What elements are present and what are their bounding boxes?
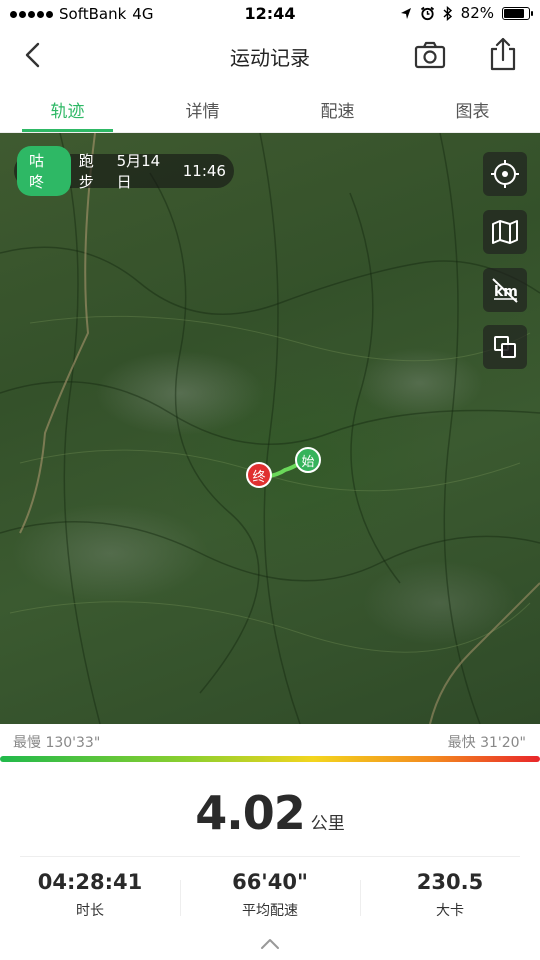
pace-legend: 最慢 130'33" 最快 31'20" xyxy=(0,724,540,766)
activity-date: 5月14日 xyxy=(116,152,161,191)
stat-avg-pace: 66'40" 平均配速 xyxy=(180,870,360,930)
status-bar: SoftBank 4G 12:44 82% xyxy=(0,0,540,28)
locate-button[interactable] xyxy=(483,152,527,196)
tab-track[interactable]: 轨迹 xyxy=(0,83,135,132)
locate-icon xyxy=(491,160,519,188)
activity-info-pill: 咕咚 跑步 5月14日 11:46 xyxy=(14,146,234,196)
share-button[interactable] xyxy=(486,36,520,72)
brand-badge: 咕咚 xyxy=(17,146,71,196)
battery-percent: 82% xyxy=(460,4,494,22)
battery-fill xyxy=(504,8,524,18)
tab-charts[interactable]: 图表 xyxy=(405,83,540,132)
stat-label: 平均配速 xyxy=(242,903,298,919)
stat-label: 时长 xyxy=(76,903,104,919)
km-marker-toggle[interactable]: km xyxy=(483,268,527,312)
alarm-icon xyxy=(420,6,434,20)
expand-button[interactable] xyxy=(258,934,282,954)
share-icon xyxy=(490,37,516,71)
camera-icon xyxy=(414,41,446,69)
distance-value: 4.02 xyxy=(195,786,305,840)
stat-value: 66'40" xyxy=(232,870,308,894)
location-arrow-icon xyxy=(400,7,411,19)
activity-type: 跑步 xyxy=(78,152,94,191)
tab-pace[interactable]: 配速 xyxy=(270,83,405,132)
camera-button[interactable] xyxy=(412,38,448,72)
slowest-pace: 最慢 130'33" xyxy=(13,735,101,751)
stat-value: 04:28:41 xyxy=(37,870,143,894)
stat-value: 230.5 xyxy=(416,870,484,894)
page-title: 运动记录 xyxy=(230,46,310,70)
tab-label: 详情 xyxy=(185,102,220,122)
bluetooth-icon xyxy=(443,5,452,21)
pace-gradient-bar xyxy=(0,756,540,762)
end-marker: 终 xyxy=(246,462,272,488)
km-off-icon: km xyxy=(492,278,518,303)
layers-icon xyxy=(494,336,516,358)
tab-label: 图表 xyxy=(455,102,490,122)
chevron-up-icon xyxy=(261,939,279,949)
stat-label: 大卡 xyxy=(436,903,464,919)
stats-row: 04:28:41 时长 66'40" 平均配速 230.5 大卡 xyxy=(0,870,540,930)
tab-label: 轨迹 xyxy=(50,102,85,122)
layers-button[interactable] xyxy=(483,325,527,369)
tab-details[interactable]: 详情 xyxy=(135,83,270,132)
status-right: 82% xyxy=(400,4,533,22)
battery-icon xyxy=(502,6,533,20)
stat-calories: 230.5 大卡 xyxy=(360,870,540,930)
activity-time: 11:46 xyxy=(182,162,226,180)
map-view[interactable]: 咕咚 跑步 5月14日 11:46 km 终 始 xyxy=(0,133,540,724)
tab-bar: 轨迹 详情 配速 图表 xyxy=(0,83,540,133)
stat-duration: 04:28:41 时长 xyxy=(0,870,180,930)
distance-summary: 4.02 公里 xyxy=(0,786,540,840)
nav-bar: 运动记录 xyxy=(0,28,540,83)
fastest-pace: 最快 31'20" xyxy=(447,735,526,751)
divider xyxy=(20,856,520,857)
map-type-button[interactable] xyxy=(483,210,527,254)
tab-label: 配速 xyxy=(320,102,355,122)
satellite-terrain xyxy=(0,133,540,724)
map-layer-icon xyxy=(492,220,518,244)
start-marker: 始 xyxy=(295,447,321,473)
distance-unit: 公里 xyxy=(310,814,345,834)
